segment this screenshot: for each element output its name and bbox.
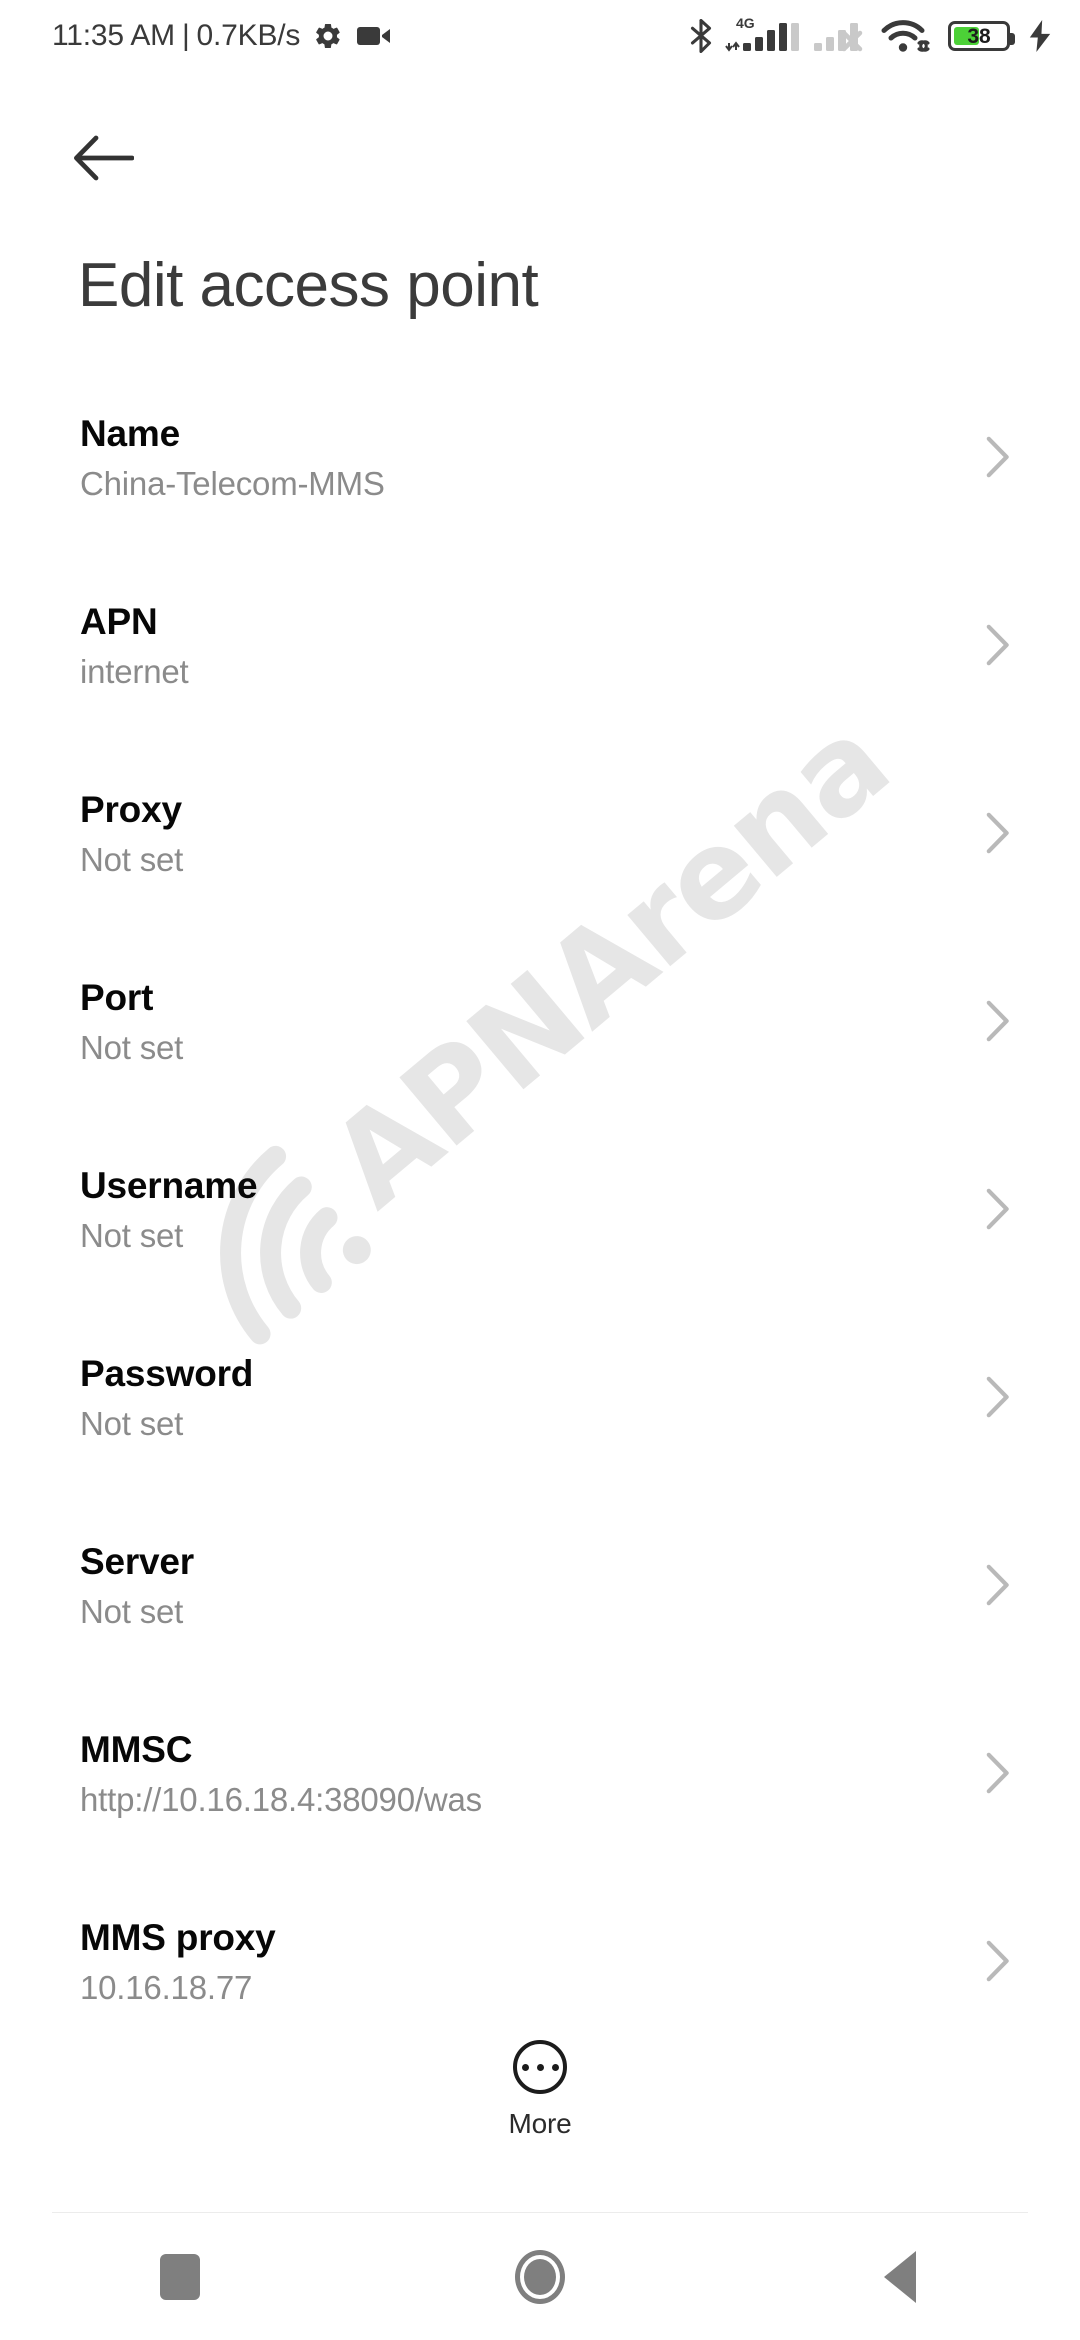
status-bar-left: 11:35 AM | 0.7KB/s [52,19,391,53]
chevron-right-icon [986,436,1010,483]
more-dots-icon [513,2040,567,2094]
row-texts: MMSC http://10.16.18.4:38090/was [80,1726,970,1819]
video-camera-icon [357,24,391,48]
row-title: Port [80,977,154,1018]
row-texts: Server Not set [80,1538,970,1631]
status-bar-right: 4G 38 [688,15,1052,54]
list-item-proxy[interactable]: Proxy Not set [0,786,1080,974]
chevron-right-icon [986,1188,1010,1235]
list-item-mmsc[interactable]: MMSC http://10.16.18.4:38090/was [0,1726,1080,1914]
chevron-right-icon [986,1000,1010,1047]
list-item-server[interactable]: Server Not set [0,1538,1080,1726]
row-value: Not set [80,1028,184,1066]
row-value: Not set [80,1404,184,1442]
row-title: Name [80,413,180,454]
status-separator: | [181,19,190,52]
signal-sim2-no-service-icon [814,19,870,53]
square-recents-icon [160,2253,200,2300]
row-value: Not set [80,840,184,878]
status-clock: 11:35 AM [52,19,175,52]
signal-4g-icon: 4G [725,15,803,53]
gear-icon [313,21,343,51]
chevron-right-icon [986,624,1010,671]
page-title: Edit access point [78,251,539,320]
row-value: China-Telecom-MMS [80,464,385,502]
triangle-back-icon [884,2250,916,2303]
row-value: Not set [80,1592,184,1630]
chevron-right-icon [986,812,1010,859]
network-speed-text: 0.7KB/s [196,19,301,52]
row-title: Username [80,1165,258,1206]
nav-recents-button[interactable] [90,2213,270,2340]
row-texts: Username Not set [80,1162,970,1255]
battery-level-label: 38 [967,24,991,48]
row-value: 10.16.18.77 [80,1968,253,2006]
dot [551,2063,559,2071]
arrow-left-icon [74,135,135,186]
phone-screen: 11:35 AM | 0.7KB/s 4G 38 APNArena Edit a… [0,0,1080,2340]
more-button[interactable]: More [0,2040,1080,2140]
back-button[interactable] [64,120,144,200]
charging-bolt-icon [1028,20,1052,52]
row-texts: Proxy Not set [80,786,970,879]
chevron-right-icon [986,1752,1010,1799]
row-texts: Port Not set [80,974,970,1067]
dot [536,2063,544,2071]
row-texts: MMS proxy 10.16.18.77 [80,1914,970,2007]
row-value: internet [80,652,189,690]
list-item-password[interactable]: Password Not set [0,1350,1080,1538]
row-texts: APN internet [80,598,970,691]
bluetooth-icon [688,19,714,53]
row-title: Password [80,1353,254,1394]
row-title: MMS proxy [80,1917,276,1958]
system-navigation-bar [0,2213,1080,2340]
row-value: http://10.16.18.4:38090/was [80,1780,482,1818]
wifi-icon [881,18,937,54]
nav-home-button[interactable] [450,2213,630,2340]
row-title: APN [80,601,158,642]
chevron-right-icon [986,1564,1010,1611]
chevron-right-icon [986,1940,1010,1987]
battery-icon: 38 [948,21,1015,51]
more-label: More [508,2108,572,2139]
row-title: Proxy [80,789,182,830]
status-bar: 11:35 AM | 0.7KB/s 4G 38 [0,0,1080,72]
chevron-right-icon [986,1376,1010,1423]
list-item-apn[interactable]: APN internet [0,598,1080,786]
row-texts: Password Not set [80,1350,970,1443]
row-value: Not set [80,1216,184,1254]
list-item-port[interactable]: Port Not set [0,974,1080,1162]
list-item-name[interactable]: Name China-Telecom-MMS [0,410,1080,598]
list-item-username[interactable]: Username Not set [0,1162,1080,1350]
nav-back-button[interactable] [810,2213,990,2340]
circle-home-icon [515,2249,565,2304]
network-type-label: 4G [736,15,755,31]
dot [521,2063,529,2071]
apn-settings-list: Name China-Telecom-MMS APN internet Prox… [0,410,1080,2102]
row-title: Server [80,1541,195,1582]
row-title: MMSC [80,1729,193,1770]
row-texts: Name China-Telecom-MMS [80,410,970,503]
